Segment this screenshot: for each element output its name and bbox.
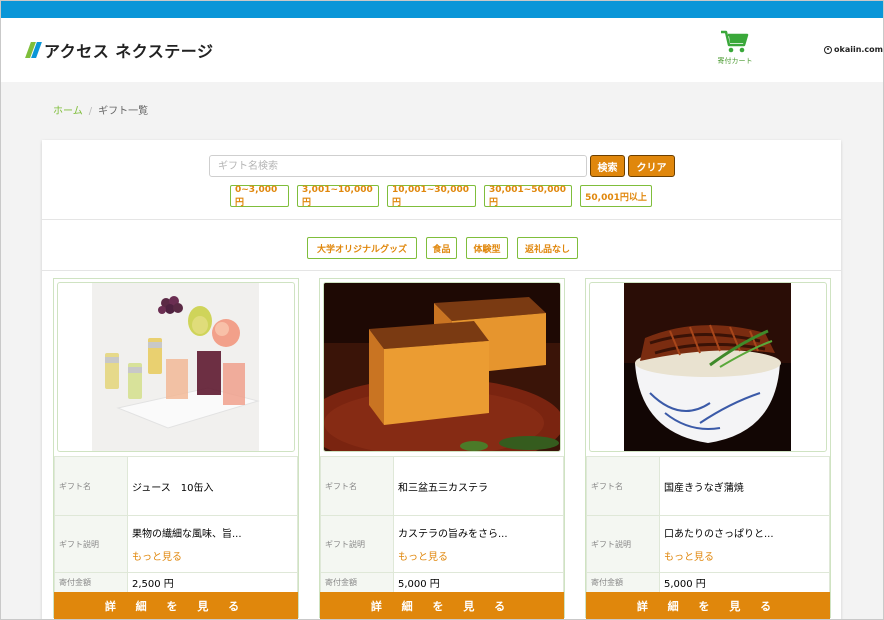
- amount-label: 寄付金額: [586, 572, 660, 593]
- breadcrumb-home-link[interactable]: ホーム: [53, 106, 83, 117]
- price-filter-row: 0~3,000円 3,001~10,000円 10,001~30,000円 30…: [230, 185, 652, 208]
- breadcrumb: ホーム / ギフト一覧: [53, 102, 148, 117]
- view-detail-button[interactable]: 詳 細 を 見 る: [586, 592, 830, 619]
- gift-desc-label: ギフト説明: [320, 515, 394, 573]
- partner-logo[interactable]: okaiin.com: [824, 45, 883, 54]
- gift-amount: 2,500 円: [127, 572, 298, 593]
- gift-desc-label: ギフト説明: [586, 515, 660, 573]
- more-link[interactable]: もっと見る: [132, 548, 293, 563]
- partner-logo-icon: [824, 45, 832, 54]
- price-filter-30001-50000[interactable]: 30,001~50,000円: [484, 185, 572, 208]
- divider: [42, 219, 841, 220]
- gift-desc: 果物の繊細な風味、旨...: [132, 529, 242, 540]
- gift-info-table: ギフト名 和三盆五三カステラ ギフト説明 カステラの旨みをさら... もっと見る …: [320, 456, 564, 593]
- price-filter-10001-30000[interactable]: 10,001~30,000円: [387, 185, 476, 208]
- gift-amount: 5,000 円: [393, 572, 564, 593]
- gift-search-input[interactable]: [209, 155, 587, 177]
- top-color-bar: [1, 1, 883, 18]
- site-header: アクセス ネクステージ 寄付カート okaiin.com: [1, 18, 883, 82]
- clear-button[interactable]: クリア: [628, 155, 675, 177]
- gift-name: ジュース 10缶入: [127, 456, 298, 516]
- view-detail-button[interactable]: 詳 細 を 見 る: [54, 592, 298, 619]
- site-logo[interactable]: アクセス ネクステージ: [25, 40, 214, 61]
- gift-card: ギフト名 和三盆五三カステラ ギフト説明 カステラの旨みをさら... もっと見る …: [319, 278, 565, 619]
- gift-card: ギフト名 国産きうなぎ蒲焼 ギフト説明 口あたりのさっぱりと... もっと見る 寄…: [585, 278, 831, 619]
- gift-amount: 5,000 円: [659, 572, 830, 593]
- view-detail-button[interactable]: 詳 細 を 見 る: [320, 592, 564, 619]
- logo-text: アクセス ネクステージ: [44, 42, 214, 61]
- breadcrumb-current: ギフト一覧: [98, 106, 149, 117]
- amount-label: 寄付金額: [320, 572, 394, 593]
- gift-name-label: ギフト名: [586, 456, 660, 516]
- gift-image-box[interactable]: [589, 282, 827, 452]
- cart-icon: [721, 30, 749, 53]
- gift-desc: 口あたりのさっぱりと...: [664, 529, 774, 540]
- gift-info-table: ギフト名 国産きうなぎ蒲焼 ギフト説明 口あたりのさっぱりと... もっと見る 寄…: [586, 456, 830, 593]
- amount-label: 寄付金額: [54, 572, 128, 593]
- divider: [42, 270, 841, 271]
- logo-mark-icon: [25, 42, 42, 58]
- gift-card: ギフト名 ジュース 10缶入 ギフト説明 果物の繊細な風味、旨... もっと見る …: [53, 278, 299, 619]
- gift-name-label: ギフト名: [320, 456, 394, 516]
- juice-photo: [92, 283, 260, 451]
- more-link[interactable]: もっと見る: [398, 548, 559, 563]
- partner-logo-text: okaiin.com: [834, 45, 884, 54]
- price-filter-3001-10000[interactable]: 3,001~10,000円: [297, 185, 379, 208]
- category-university-goods[interactable]: 大学オリジナルグッズ: [307, 237, 417, 259]
- cart-label: 寄付カート: [717, 57, 753, 65]
- price-filter-0-3000[interactable]: 0~3,000円: [230, 185, 289, 208]
- gift-desc: カステラの旨みをさら...: [398, 529, 508, 540]
- more-link[interactable]: もっと見る: [664, 548, 825, 563]
- category-food[interactable]: 食品: [426, 237, 457, 259]
- price-filter-50001-plus[interactable]: 50,001円以上: [580, 185, 652, 207]
- gift-name: 和三盆五三カステラ: [393, 456, 564, 516]
- gift-list-panel: 検索 クリア 0~3,000円 3,001~10,000円 10,001~30,…: [42, 140, 841, 619]
- breadcrumb-separator: /: [88, 106, 93, 117]
- browser-frame: アクセス ネクステージ 寄付カート okaiin.com ホーム / ギフト一覧 検…: [0, 0, 884, 620]
- search-button[interactable]: 検索: [590, 155, 625, 177]
- category-experience[interactable]: 体験型: [466, 237, 508, 259]
- category-no-gift[interactable]: 返礼品なし: [517, 237, 578, 259]
- cart-button[interactable]: 寄付カート: [714, 30, 756, 66]
- gift-image-box[interactable]: [57, 282, 295, 452]
- castella-photo: [324, 283, 560, 451]
- category-filter-row: 大学オリジナルグッズ 食品 体験型 返礼品なし: [307, 237, 578, 259]
- gift-info-table: ギフト名 ジュース 10缶入 ギフト説明 果物の繊細な風味、旨... もっと見る …: [54, 456, 298, 593]
- gift-name-label: ギフト名: [54, 456, 128, 516]
- gift-name: 国産きうなぎ蒲焼: [659, 456, 830, 516]
- search-bar: 検索 クリア: [209, 155, 675, 177]
- unagi-photo: [624, 283, 791, 451]
- gift-desc-label: ギフト説明: [54, 515, 128, 573]
- gift-image-box[interactable]: [323, 282, 561, 452]
